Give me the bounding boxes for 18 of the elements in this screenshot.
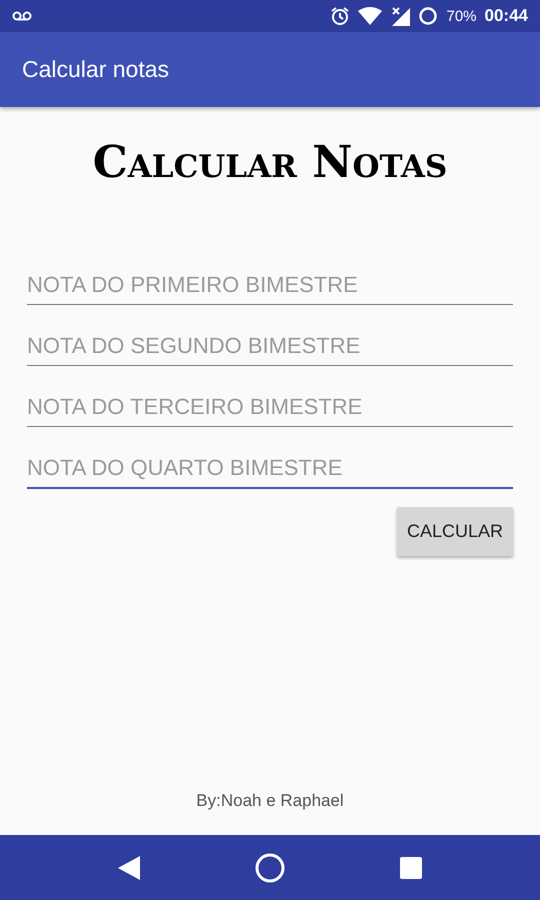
grade-field[interactable]: NOTA DO TERCEIRO BIMESTRE bbox=[27, 388, 513, 427]
credits-text: By:Noah e Raphael bbox=[196, 791, 344, 811]
grade-field[interactable]: NOTA DO PRIMEIRO BIMESTRE bbox=[27, 266, 513, 305]
back-icon[interactable] bbox=[118, 856, 140, 880]
page-heading: Calcular Notas bbox=[92, 137, 448, 188]
clock: 00:44 bbox=[484, 6, 528, 26]
overview-icon[interactable] bbox=[400, 856, 422, 878]
app-title: Calcular notas bbox=[22, 56, 170, 83]
battery-icon bbox=[418, 6, 438, 26]
signal-icon bbox=[390, 6, 410, 26]
wifi-icon bbox=[358, 7, 382, 25]
grade-field[interactable]: NOTA DO QUARTO BIMESTRE bbox=[27, 449, 513, 489]
grade-field[interactable]: NOTA DO SEGUNDO BIMESTRE bbox=[27, 327, 513, 366]
battery-percent: 70% bbox=[446, 8, 477, 24]
calculate-button[interactable]: CALCULAR bbox=[396, 507, 513, 556]
voicemail-icon bbox=[12, 11, 32, 21]
alarm-icon bbox=[330, 6, 350, 26]
home-icon[interactable] bbox=[254, 852, 285, 882]
